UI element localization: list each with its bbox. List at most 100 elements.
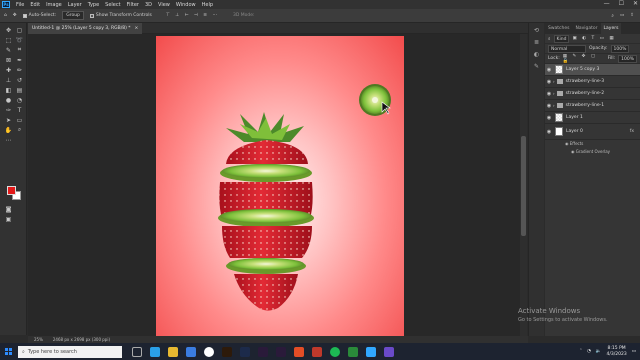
more-tools-icon[interactable]: ⋯ xyxy=(4,136,13,144)
filezilla-icon[interactable] xyxy=(294,346,304,357)
close-button[interactable]: ✕ xyxy=(633,0,638,7)
chevron-up-icon[interactable]: ˄ xyxy=(580,349,582,354)
menu-3d[interactable]: 3D xyxy=(142,2,155,8)
layer-row[interactable]: ◉ Layer 5 copy 3 xyxy=(545,64,640,76)
menu-help[interactable]: Help xyxy=(199,2,216,8)
tab-navigator[interactable]: Navigator xyxy=(573,23,601,34)
type-tool-icon[interactable]: T xyxy=(15,106,24,114)
share-icon[interactable]: ⇪ xyxy=(630,13,634,19)
zoom-tool-icon[interactable]: ⌕ xyxy=(15,126,24,134)
layer-group-row[interactable]: ◉ › strawberry-line-1 xyxy=(545,100,640,112)
auto-select-checkbox[interactable] xyxy=(22,13,27,18)
auto-select-option[interactable]: Auto-Select: xyxy=(22,13,56,18)
menu-view[interactable]: View xyxy=(155,2,173,8)
app-icon[interactable] xyxy=(348,346,358,357)
app-icon[interactable] xyxy=(384,346,394,357)
workspace-icon[interactable]: ▭ xyxy=(620,13,624,19)
edge-icon[interactable] xyxy=(150,346,160,357)
eye-icon[interactable]: ◉ xyxy=(571,149,575,154)
foreground-color-swatch[interactable] xyxy=(7,186,16,195)
photoshop-icon[interactable] xyxy=(240,346,250,357)
frame-tool-icon[interactable]: ⊠ xyxy=(4,56,13,64)
brushes-icon[interactable]: ✎ xyxy=(532,63,542,71)
menu-type[interactable]: Type xyxy=(85,2,102,8)
dodge-tool-icon[interactable]: ◔ xyxy=(15,96,24,104)
volume-icon[interactable]: 🔈 xyxy=(596,349,602,354)
canvas-workspace[interactable] xyxy=(28,34,520,336)
eye-icon[interactable]: ◉ xyxy=(545,103,553,109)
effects-row[interactable]: ◉ Effects xyxy=(545,140,640,148)
transform-controls-checkbox[interactable] xyxy=(89,13,94,18)
zoom-level[interactable]: 25% xyxy=(34,337,43,342)
move-tool-icon[interactable]: ✥ xyxy=(4,26,13,34)
quick-select-icon[interactable]: ✎ xyxy=(4,46,13,54)
marquee-tool-icon[interactable]: ⬚ xyxy=(4,36,13,44)
chevron-right-icon[interactable]: › xyxy=(553,91,555,96)
menu-window[interactable]: Window xyxy=(173,2,199,8)
eraser-icon[interactable]: ◧ xyxy=(4,86,13,94)
artboard-tool-icon[interactable]: ▢ xyxy=(15,26,24,34)
menu-select[interactable]: Select xyxy=(102,2,123,8)
effect-item-row[interactable]: ◉ Gradient Overlay xyxy=(545,148,640,156)
premiere-icon[interactable] xyxy=(276,346,286,357)
crop-tool-icon[interactable]: ⌗ xyxy=(15,46,24,54)
stamp-tool-icon[interactable]: ⊥ xyxy=(4,76,13,84)
home-icon[interactable]: ⌂ xyxy=(4,13,7,18)
eyedropper-icon[interactable]: ✒ xyxy=(15,56,24,64)
document-tab[interactable]: Untitled-1 @ 25% (Layer 5 copy 3, RGB/8)… xyxy=(28,23,143,34)
close-tab-icon[interactable]: × xyxy=(135,23,139,34)
network-icon[interactable]: ◔ xyxy=(587,349,591,354)
vertical-scrollbar[interactable] xyxy=(520,34,527,336)
chrome-icon[interactable] xyxy=(204,346,214,357)
layer-row[interactable]: ◉ Layer 1 xyxy=(545,112,640,124)
photoshop-active-icon[interactable] xyxy=(366,346,376,357)
transform-controls-option[interactable]: Show Transform Controls xyxy=(89,13,152,18)
lasso-tool-icon[interactable]: ➰ xyxy=(15,36,24,44)
tab-swatches[interactable]: Swatches xyxy=(545,23,573,34)
task-view-icon[interactable] xyxy=(132,346,142,357)
blur-tool-icon[interactable]: ● xyxy=(4,96,13,104)
screen-mode-icon[interactable]: ▣ xyxy=(4,215,13,223)
align-icons[interactable]: ⊤ ⊥ ⊢ ⊣ ≡ ⋯ xyxy=(166,13,219,18)
minimize-button[interactable]: — xyxy=(604,0,610,7)
eye-icon[interactable]: ◉ xyxy=(545,129,553,135)
hand-tool-icon[interactable]: ✋ xyxy=(4,126,13,134)
clock[interactable]: 8:15 PM 4/3/2023 xyxy=(607,346,627,358)
tab-layers[interactable]: Layers xyxy=(600,23,622,34)
layer-group-row[interactable]: ◉ › strawberry-line-3 xyxy=(545,76,640,88)
auto-select-dropdown[interactable]: Group xyxy=(62,11,84,20)
menu-filter[interactable]: Filter xyxy=(124,2,142,8)
app-icon[interactable] xyxy=(312,346,322,357)
eye-icon[interactable]: ◉ xyxy=(545,91,553,97)
chevron-right-icon[interactable]: › xyxy=(553,103,555,108)
brush-tool-icon[interactable]: ✏ xyxy=(15,66,24,74)
search-icon[interactable]: ⌕ xyxy=(611,13,614,19)
history-brush-icon[interactable]: ↺ xyxy=(15,76,24,84)
properties-icon[interactable]: ≣ xyxy=(532,39,542,47)
taskbar-search[interactable]: ⌕ Type here to search xyxy=(18,345,122,358)
menu-layer[interactable]: Layer xyxy=(65,2,85,8)
gradient-tool-icon[interactable]: ▤ xyxy=(15,86,24,94)
blend-mode-dropdown[interactable]: Normal xyxy=(548,44,586,53)
fill-field[interactable]: 100% xyxy=(618,54,637,63)
fx-icon[interactable]: fx xyxy=(630,129,634,134)
eye-icon[interactable]: ◉ xyxy=(565,141,569,146)
layer-group-row[interactable]: ◉ › strawberry-line-2 xyxy=(545,88,640,100)
history-icon[interactable]: ⟲ xyxy=(532,27,542,35)
healing-brush-icon[interactable]: ✚ xyxy=(4,66,13,74)
store-icon[interactable] xyxy=(186,346,196,357)
scrollbar-thumb[interactable] xyxy=(521,136,526,236)
menu-edit[interactable]: Edit xyxy=(27,2,43,8)
path-select-icon[interactable]: ➤ xyxy=(4,116,13,124)
menu-file[interactable]: File xyxy=(13,2,27,8)
spotify-icon[interactable] xyxy=(330,346,340,357)
adjustments-icon[interactable]: ◐ xyxy=(532,51,542,59)
after-effects-icon[interactable] xyxy=(258,346,268,357)
opacity-field[interactable]: 100% xyxy=(610,44,630,53)
file-explorer-icon[interactable] xyxy=(168,346,178,357)
chevron-right-icon[interactable]: › xyxy=(553,79,555,84)
pen-tool-icon[interactable]: ✑ xyxy=(4,106,13,114)
eye-icon[interactable]: ◉ xyxy=(545,67,553,73)
quick-mask-icon[interactable]: ◙ xyxy=(4,205,13,213)
layer-row[interactable]: ◉ Layer 0 fx xyxy=(545,124,640,140)
